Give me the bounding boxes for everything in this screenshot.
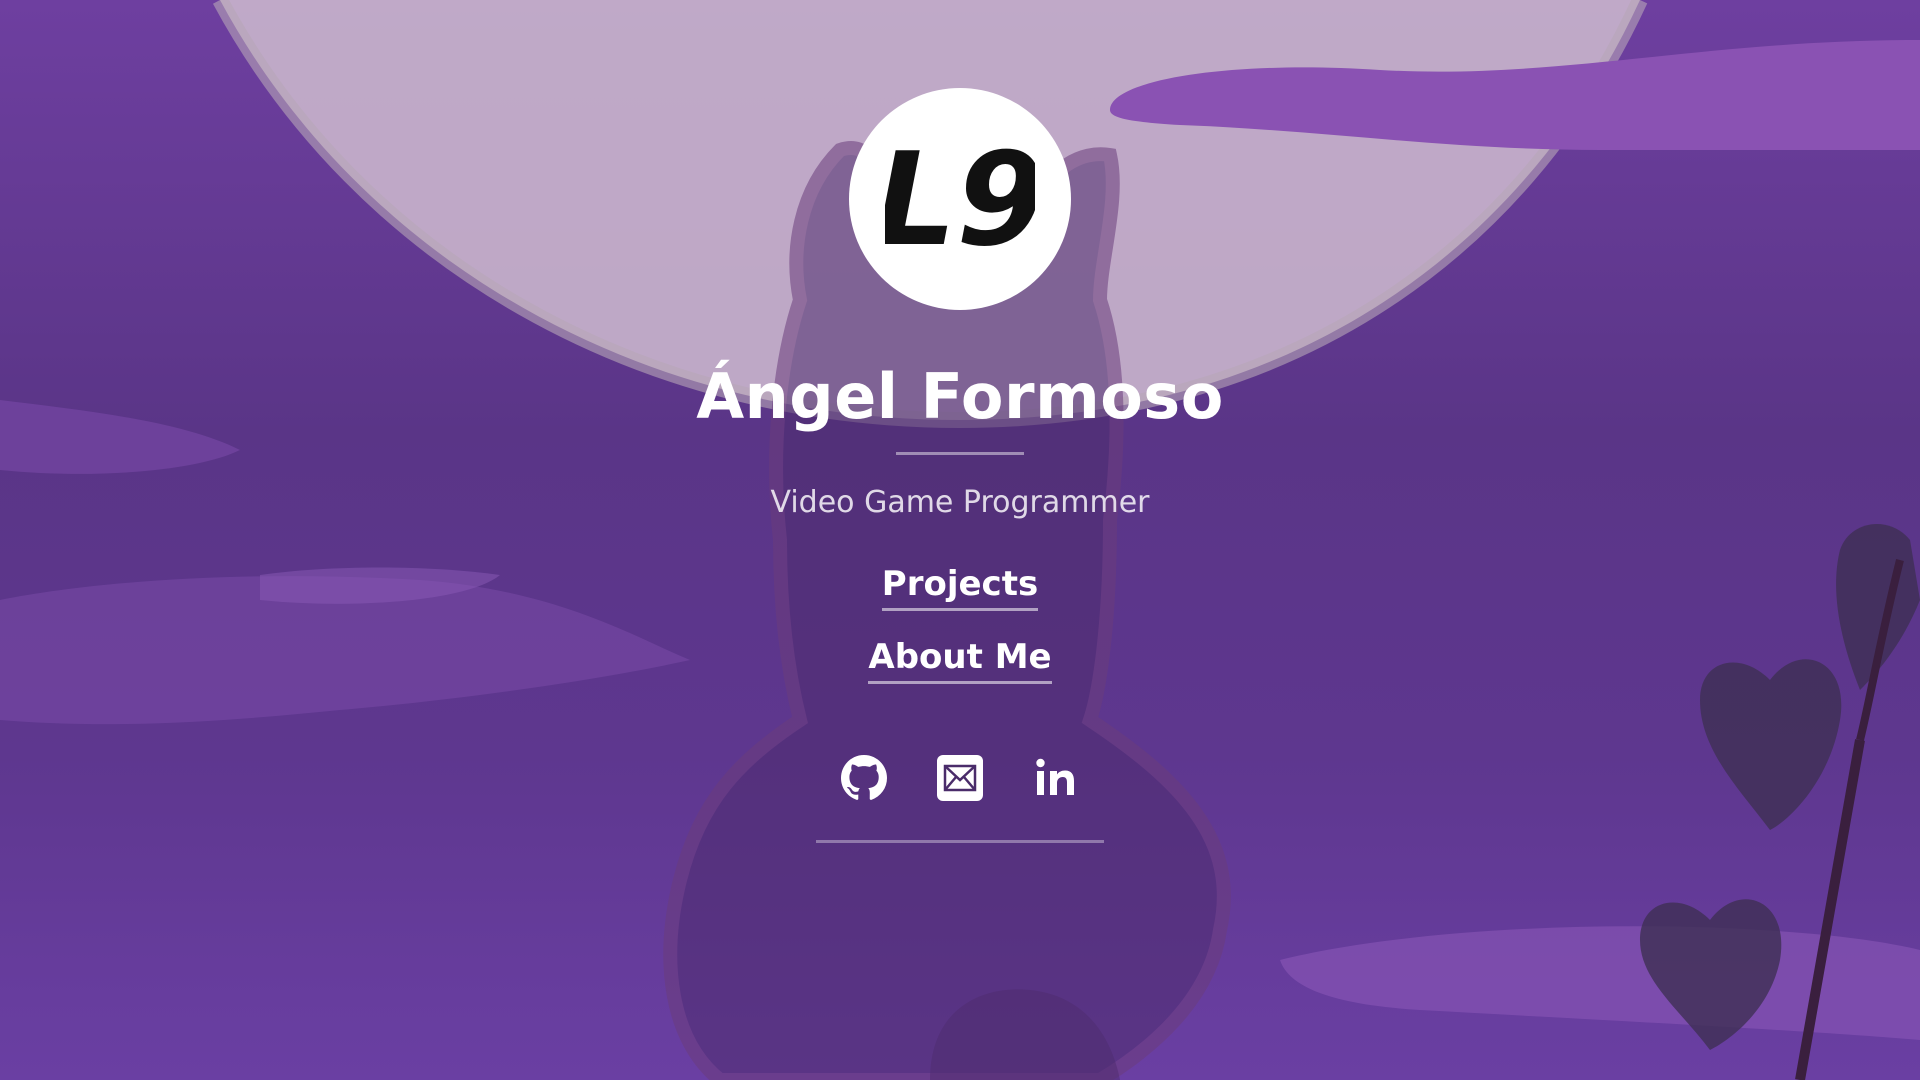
logo-icon: L9 (885, 126, 1035, 275)
main-nav: Projects About Me (868, 564, 1052, 684)
title-divider (896, 452, 1024, 455)
social-links (840, 754, 1080, 802)
page-title: Ángel Formoso (696, 360, 1224, 433)
linkedin-icon[interactable] (1032, 754, 1080, 802)
svg-text:L9: L9 (885, 126, 1035, 275)
github-icon[interactable] (840, 754, 888, 802)
projects-link[interactable]: Projects (881, 564, 1039, 611)
footer-divider (816, 840, 1104, 843)
avatar: L9 (849, 88, 1071, 310)
hero-section: L9 Ángel Formoso Video Game Programmer P… (0, 0, 1920, 1080)
mail-icon[interactable] (936, 754, 984, 802)
about-me-link[interactable]: About Me (868, 637, 1052, 684)
subtitle: Video Game Programmer (770, 485, 1150, 520)
